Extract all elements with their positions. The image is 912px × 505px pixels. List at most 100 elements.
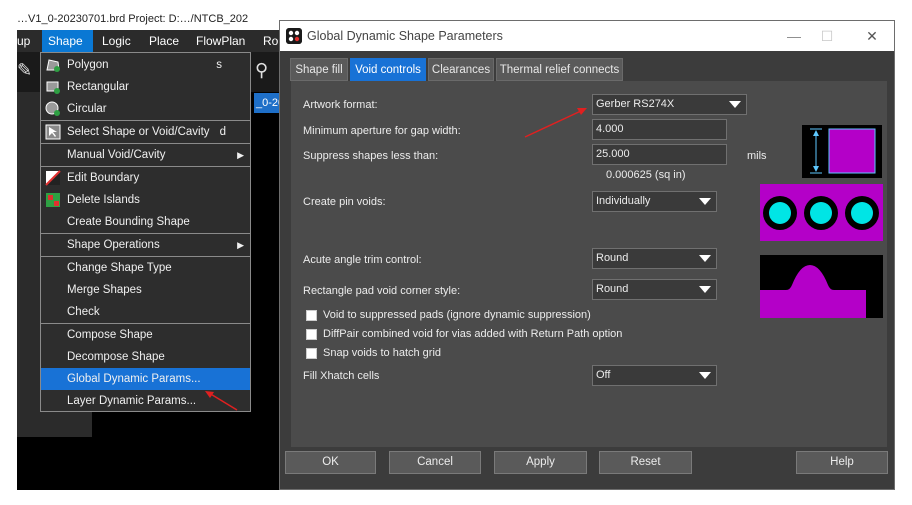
fill-xhatch-value: Off [596, 369, 611, 381]
design-tab[interactable]: _0-20 [254, 93, 279, 113]
menu-route[interactable]: Ro [257, 30, 279, 52]
suppress-shapes-area: 0.000625 (sq in) [606, 169, 686, 181]
tab-clearances[interactable]: Clearances [428, 58, 494, 81]
menu-item-label: Select Shape or Void/Cavity [67, 126, 210, 138]
close-icon[interactable]: ✕ [852, 21, 892, 51]
menu-item-label: Merge Shapes [67, 284, 142, 296]
menu-item-label: Polygon [67, 59, 109, 71]
polygon-icon [46, 59, 60, 72]
chevron-down-icon [699, 372, 711, 379]
min-aperture-field[interactable]: 4.000 [592, 119, 727, 140]
pin-voids-label: Create pin voids: [303, 196, 386, 208]
void-suppressed-pads-checkbox[interactable] [306, 310, 317, 321]
apply-button[interactable]: Apply [494, 451, 587, 474]
menu-item-delete-islands[interactable]: Delete Islands [41, 189, 250, 211]
maximize-icon[interactable]: ☐ [807, 21, 847, 51]
menu-item-label: Create Bounding Shape [67, 216, 190, 228]
menu-setup[interactable]: up [17, 30, 36, 52]
acute-angle-preview-image [760, 255, 883, 318]
app-icon [286, 28, 302, 44]
suppress-shapes-preview-image [802, 125, 882, 178]
menu-item-edit-boundary[interactable]: Edit Boundary [41, 167, 250, 189]
fill-xhatch-dropdown[interactable]: Off [592, 365, 717, 386]
menu-item-label: Rectangular [67, 81, 130, 93]
menu-item-select-shape[interactable]: Select Shape or Void/Cavity d [41, 121, 250, 143]
chevron-down-icon [699, 198, 711, 205]
menu-item-compose-shape[interactable]: Compose Shape [41, 324, 250, 346]
menu-shortcut: s [216, 59, 222, 71]
diffpair-void-checkbox[interactable] [306, 329, 317, 340]
menu-place[interactable]: Place [143, 30, 185, 52]
pin-voids-value: Individually [596, 195, 651, 207]
rectangle-icon [46, 81, 60, 94]
menu-item-global-dynamic-params[interactable]: Global Dynamic Params... [41, 368, 250, 390]
select-shape-icon [45, 124, 61, 140]
tab-void-controls[interactable]: Void controls [350, 58, 426, 81]
suppress-shapes-label: Suppress shapes less than: [303, 150, 439, 162]
zoom-icon[interactable]: ⚲ [255, 60, 268, 81]
ok-button[interactable]: OK [285, 451, 376, 474]
menu-item-label: Shape Operations [67, 239, 160, 251]
menu-item-circular[interactable]: Circular [41, 98, 250, 120]
chevron-down-icon [699, 255, 711, 262]
menu-item-change-shape-type[interactable]: Change Shape Type [41, 257, 250, 279]
chevron-down-icon [699, 286, 711, 293]
tab-shape-fill[interactable]: Shape fill [290, 58, 348, 81]
suppress-shapes-unit: mils [747, 150, 767, 162]
acute-angle-value: Round [596, 252, 629, 264]
cancel-button[interactable]: Cancel [389, 451, 481, 474]
artwork-format-label: Artwork format: [303, 99, 378, 111]
delete-islands-icon [46, 193, 60, 207]
circle-icon [45, 101, 60, 116]
menu-item-label: Circular [67, 103, 107, 115]
menu-item-shape-operations[interactable]: Shape Operations ▶ [41, 234, 250, 256]
diffpair-void-label: DiffPair combined void for vias added wi… [323, 328, 623, 340]
menu-item-label: Manual Void/Cavity [67, 149, 166, 161]
menu-item-manual-void[interactable]: Manual Void/Cavity ▶ [41, 144, 250, 166]
background-window-title: …V1_0-20230701.brd Project: D:…/NTCB_202 [17, 13, 279, 30]
chevron-down-icon [729, 101, 741, 108]
artwork-format-dropdown[interactable]: Gerber RS274X [592, 94, 747, 115]
rect-pad-corner-dropdown[interactable]: Round [592, 279, 717, 300]
acute-angle-dropdown[interactable]: Round [592, 248, 717, 269]
menu-item-label: Check [67, 306, 100, 318]
menu-item-create-bounding-shape[interactable]: Create Bounding Shape [41, 211, 250, 233]
void-controls-panel: Artwork format: Gerber RS274X Minimum ap… [291, 81, 887, 447]
screenshot-stage: …V1_0-20230701.brd Project: D:…/NTCB_202… [0, 0, 912, 505]
menu-item-label: Compose Shape [67, 329, 153, 341]
pen-icon[interactable]: ✎ [17, 60, 32, 81]
pin-voids-preview-image [760, 184, 883, 241]
pin-voids-dropdown[interactable]: Individually [592, 191, 717, 212]
reset-button[interactable]: Reset [599, 451, 692, 474]
shape-menu: Polygon s Rectangular Circular Select Sh… [40, 52, 251, 412]
menu-flowplan[interactable]: FlowPlan [190, 30, 251, 52]
tab-thermal-relief[interactable]: Thermal relief connects [496, 58, 623, 81]
menu-item-label: Global Dynamic Params... [67, 373, 201, 385]
snap-voids-checkbox[interactable] [306, 348, 317, 359]
menu-logic[interactable]: Logic [96, 30, 137, 52]
dialog-title: Global Dynamic Shape Parameters [307, 29, 503, 43]
menu-shape[interactable]: Shape [42, 30, 93, 52]
menu-item-label: Change Shape Type [67, 262, 172, 274]
menu-item-label: Delete Islands [67, 194, 140, 206]
menu-item-check[interactable]: Check [41, 301, 250, 323]
artwork-format-value: Gerber RS274X [596, 98, 675, 110]
rect-pad-corner-label: Rectangle pad void corner style: [303, 285, 461, 297]
main-menubar: up Shape Logic Place FlowPlan Ro [17, 30, 279, 52]
menu-item-label: Layer Dynamic Params... [67, 395, 197, 407]
dialog-titlebar[interactable]: Global Dynamic Shape Parameters — ☐ ✕ [280, 21, 894, 51]
snap-voids-label: Snap voids to hatch grid [323, 347, 442, 359]
menu-item-polygon[interactable]: Polygon s [41, 54, 250, 76]
submenu-arrow-icon: ▶ [237, 240, 244, 250]
menu-item-decompose-shape[interactable]: Decompose Shape [41, 346, 250, 368]
menu-item-rectangular[interactable]: Rectangular [41, 76, 250, 98]
rect-pad-corner-value: Round [596, 283, 629, 295]
menu-item-layer-dynamic-params[interactable]: Layer Dynamic Params... [41, 390, 250, 412]
suppress-shapes-field[interactable]: 25.000 [592, 144, 727, 165]
menu-item-label: Decompose Shape [67, 351, 165, 363]
min-aperture-label: Minimum aperture for gap width: [303, 125, 461, 137]
help-button[interactable]: Help [796, 451, 888, 474]
acute-angle-label: Acute angle trim control: [303, 254, 422, 266]
fill-xhatch-label: Fill Xhatch cells [303, 370, 380, 382]
menu-item-merge-shapes[interactable]: Merge Shapes [41, 279, 250, 301]
